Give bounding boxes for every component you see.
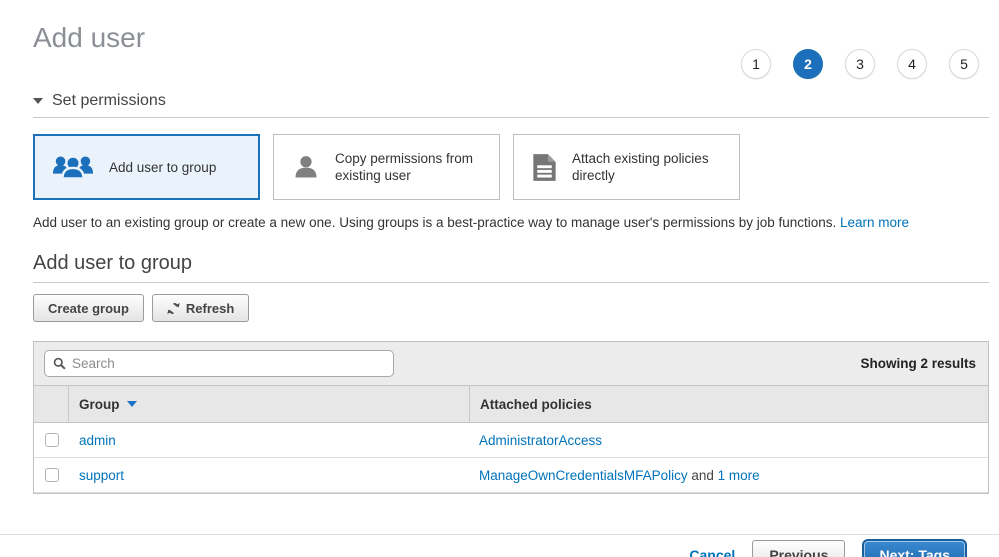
policy-link[interactable]: AdministratorAccess <box>479 433 602 448</box>
results-count: Showing 2 results <box>860 356 978 371</box>
search-input-container[interactable] <box>44 350 394 377</box>
refresh-icon <box>167 302 180 315</box>
step-4: 4 <box>897 49 927 79</box>
more-policies-link[interactable]: 1 more <box>718 468 760 483</box>
policies-column-label: Attached policies <box>480 397 592 412</box>
group-cell: admin <box>69 433 469 448</box>
step-2-active: 2 <box>793 49 823 79</box>
search-input[interactable] <box>72 356 385 371</box>
permission-option-cards: Add user to group Copy permissions from … <box>33 134 989 200</box>
refresh-label: Refresh <box>186 301 234 316</box>
group-link[interactable]: admin <box>79 433 116 448</box>
policies-column-header: Attached policies <box>469 386 988 422</box>
previous-button[interactable]: Previous <box>752 540 845 557</box>
card-label: Attach existing policies directly <box>572 150 722 184</box>
table-row: admin AdministratorAccess <box>34 423 988 458</box>
wizard-step-indicator: 1 2 3 4 5 <box>741 49 979 79</box>
user-icon <box>292 153 320 181</box>
add-user-wizard: Add user 1 2 3 4 5 Set permissions <box>0 22 999 557</box>
section-description: Add user to an existing group or create … <box>33 215 989 230</box>
card-add-user-to-group[interactable]: Add user to group <box>33 134 260 200</box>
table-search-bar: Showing 2 results <box>34 342 988 385</box>
groups-table-panel: Showing 2 results Group Attached policie… <box>33 341 989 494</box>
policy-link[interactable]: ManageOwnCredentialsMFAPolicy <box>479 468 688 483</box>
group-toolbar: Create group Refresh <box>33 294 989 322</box>
wizard-footer: Cancel Previous Next: Tags <box>0 534 999 557</box>
next-tags-button[interactable]: Next: Tags <box>862 539 967 557</box>
cancel-link[interactable]: Cancel <box>689 547 735 557</box>
card-label: Add user to group <box>109 159 216 176</box>
select-all-column <box>34 386 69 422</box>
section-title: Set permissions <box>52 92 166 110</box>
row-checkbox[interactable] <box>45 433 59 447</box>
group-link[interactable]: support <box>79 468 124 483</box>
collapse-caret-icon <box>33 98 43 104</box>
step-3: 3 <box>845 49 875 79</box>
policy-document-icon <box>532 153 557 182</box>
description-text: Add user to an existing group or create … <box>33 215 840 230</box>
row-checkbox[interactable] <box>45 468 59 482</box>
step-1: 1 <box>741 49 771 79</box>
refresh-button[interactable]: Refresh <box>152 294 249 322</box>
add-user-to-group-heading: Add user to group <box>33 252 989 275</box>
step-5: 5 <box>949 49 979 79</box>
divider <box>33 117 989 118</box>
policy-joiner-text: and <box>688 468 718 483</box>
sort-descending-icon <box>127 401 137 407</box>
user-group-icon <box>52 151 94 183</box>
group-column-header[interactable]: Group <box>69 397 469 412</box>
card-copy-permissions[interactable]: Copy permissions from existing user <box>273 134 500 200</box>
set-permissions-section-toggle[interactable]: Set permissions <box>33 92 989 110</box>
table-row: support ManageOwnCredentialsMFAPolicy an… <box>34 458 988 493</box>
learn-more-link[interactable]: Learn more <box>840 215 909 230</box>
card-label: Copy permissions from existing user <box>335 150 485 184</box>
table-header-row: Group Attached policies <box>34 385 988 423</box>
divider <box>33 282 989 283</box>
card-attach-policies[interactable]: Attach existing policies directly <box>513 134 740 200</box>
policies-cell: ManageOwnCredentialsMFAPolicy and 1 more <box>469 458 988 492</box>
group-cell: support <box>69 468 469 483</box>
search-icon <box>53 357 66 370</box>
group-column-label: Group <box>79 397 120 412</box>
row-checkbox-cell <box>34 423 69 457</box>
policies-cell: AdministratorAccess <box>469 423 988 457</box>
create-group-button[interactable]: Create group <box>33 294 144 322</box>
row-checkbox-cell <box>34 458 69 492</box>
